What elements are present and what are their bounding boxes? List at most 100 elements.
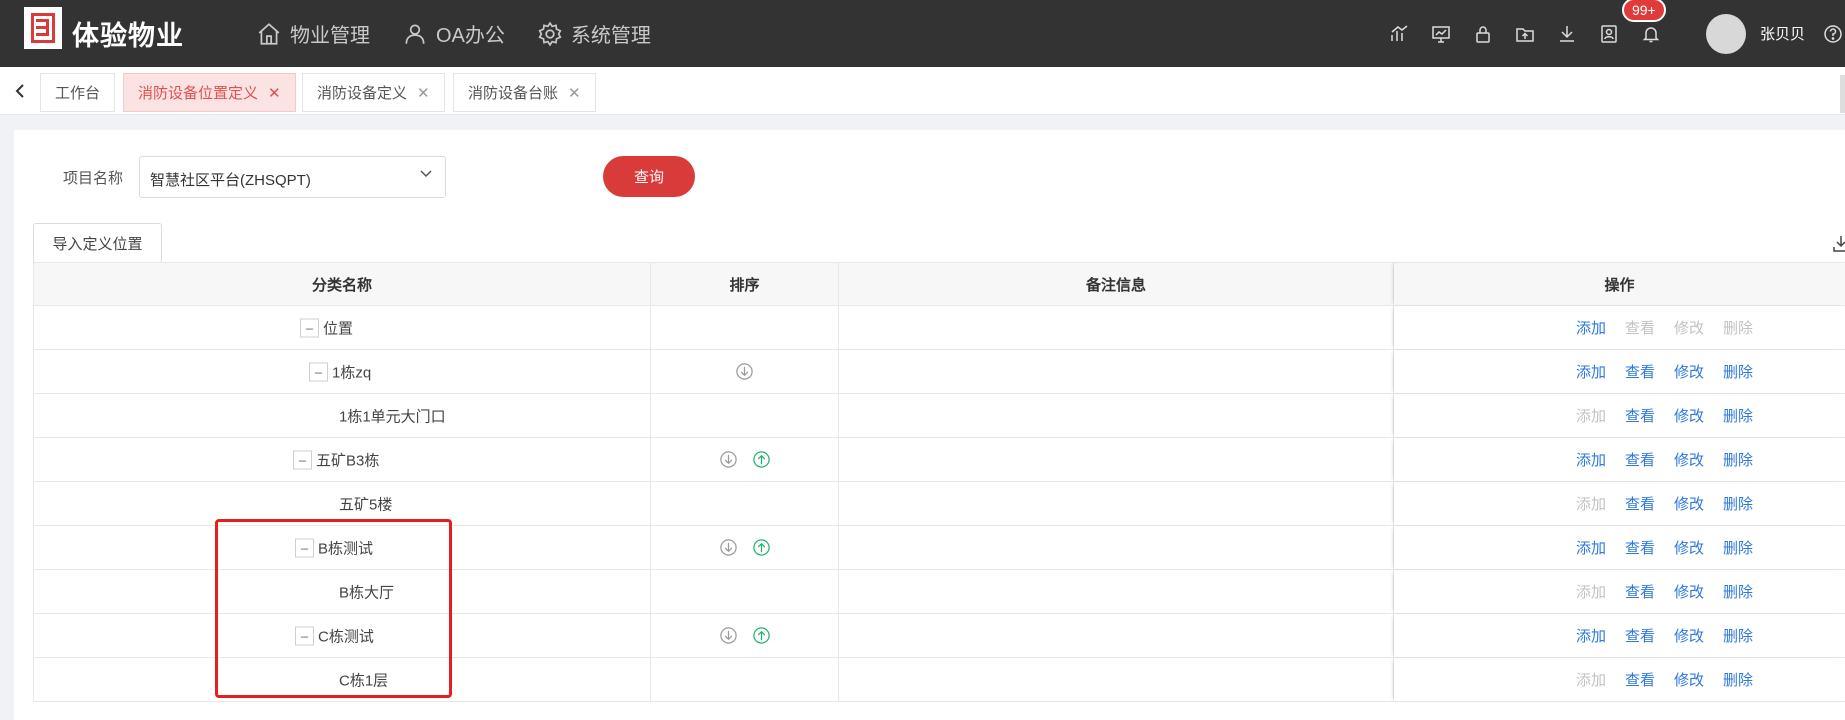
help-icon[interactable] xyxy=(1823,24,1843,44)
note-cell xyxy=(839,658,1394,701)
category-name: C栋测试 xyxy=(318,628,374,645)
sort-cell xyxy=(651,394,839,437)
chart-tool-button[interactable] xyxy=(1386,21,1412,47)
collapse-toggle-icon[interactable]: – xyxy=(300,318,319,337)
header-actions: 操作 xyxy=(1394,263,1845,305)
gear-icon xyxy=(538,21,562,46)
main-content: 项目名称 智慧社区平台(ZHSQPT) 查询 导入定义位置 分类名称 排序 备注… xyxy=(14,130,1845,720)
lock-icon xyxy=(1476,25,1490,43)
arrow-down-circle-icon[interactable] xyxy=(719,538,738,557)
query-button[interactable]: 查询 xyxy=(603,156,695,197)
collapse-toggle-icon[interactable]: – xyxy=(293,450,312,469)
notifications-button[interactable]: 99+ xyxy=(1621,0,1666,47)
view-action-link[interactable]: 查看 xyxy=(1625,449,1655,470)
category-name-cell: 五矿5楼 xyxy=(33,482,651,525)
edit-action-link[interactable]: 修改 xyxy=(1674,449,1704,470)
category-name-cell: – C栋测试 xyxy=(33,614,651,657)
logo[interactable] xyxy=(24,7,62,49)
table-row: – C栋测试 添加 查看 修改 删除 xyxy=(33,614,1845,658)
folder-upload-icon xyxy=(1516,27,1534,42)
edit-action-link[interactable]: 修改 xyxy=(1674,625,1704,646)
nav-property-management[interactable]: 物业管理 xyxy=(256,19,370,48)
actions-cell: 添加 查看 修改 删除 xyxy=(1394,658,1845,701)
collapse-toggle-icon[interactable]: – xyxy=(295,538,314,557)
view-action-link[interactable]: 查看 xyxy=(1625,669,1655,690)
chevron-left-icon[interactable] xyxy=(10,81,30,101)
edit-action-link[interactable]: 修改 xyxy=(1674,669,1704,690)
arrow-up-circle-icon[interactable] xyxy=(752,538,771,557)
export-icon[interactable] xyxy=(1831,234,1845,254)
collapse-toggle-icon[interactable]: – xyxy=(295,626,314,645)
arrow-up-circle-icon[interactable] xyxy=(752,626,771,645)
category-name: B栋大厅 xyxy=(339,584,395,601)
add-action-link[interactable]: 添加 xyxy=(1576,361,1606,382)
monitor-tool-button[interactable] xyxy=(1428,21,1454,47)
tab-workbench[interactable]: 工作台 xyxy=(40,73,116,112)
arrow-down-circle-icon[interactable] xyxy=(735,362,754,381)
delete-action-link[interactable]: 删除 xyxy=(1723,581,1753,602)
arrow-down-circle-icon[interactable] xyxy=(719,626,738,645)
edit-action-link[interactable]: 修改 xyxy=(1674,581,1704,602)
nav-oa-office[interactable]: OA办公 xyxy=(402,19,505,48)
edit-action-link[interactable]: 修改 xyxy=(1674,361,1704,382)
delete-action-link[interactable]: 删除 xyxy=(1723,625,1753,646)
add-action-link: 添加 xyxy=(1576,672,1607,689)
sort-cell xyxy=(651,658,839,701)
view-action-link[interactable]: 查看 xyxy=(1625,405,1655,426)
tabs-scrollbar[interactable] xyxy=(1840,75,1845,113)
arrow-up-circle-icon[interactable] xyxy=(752,450,771,469)
import-location-button[interactable]: 导入定义位置 xyxy=(33,223,162,263)
view-action-link[interactable]: 查看 xyxy=(1625,493,1655,514)
contacts-tool-button[interactable] xyxy=(1596,21,1622,47)
view-action-link[interactable]: 查看 xyxy=(1625,537,1655,558)
bell-icon xyxy=(1642,26,1660,42)
sort-cell xyxy=(651,570,839,613)
edit-action-link[interactable]: 修改 xyxy=(1674,405,1704,426)
tab-fire-equipment-ledger[interactable]: 消防设备台账 ✕ xyxy=(453,73,596,112)
sort-cell xyxy=(651,350,839,393)
view-action-link[interactable]: 查看 xyxy=(1625,625,1655,646)
tab-fire-equipment-definition[interactable]: 消防设备定义 ✕ xyxy=(302,73,445,112)
close-icon[interactable]: ✕ xyxy=(417,84,430,102)
username[interactable]: 张贝贝 xyxy=(1760,23,1805,44)
sort-cell xyxy=(651,482,839,525)
arrow-down-circle-icon[interactable] xyxy=(719,450,738,469)
note-cell xyxy=(839,614,1394,657)
edit-action-link[interactable]: 修改 xyxy=(1674,493,1704,514)
view-action-link[interactable]: 查看 xyxy=(1625,581,1655,602)
table-row: 五矿5楼 添加 查看 修改 删除 xyxy=(33,482,1845,526)
close-icon[interactable]: ✕ xyxy=(268,84,281,102)
add-action-link[interactable]: 添加 xyxy=(1576,449,1606,470)
download-tool-button[interactable] xyxy=(1554,21,1580,47)
lock-tool-button[interactable] xyxy=(1470,21,1496,47)
add-action-link[interactable]: 添加 xyxy=(1576,317,1606,338)
table-row: – 位置 添加 查看 修改 删除 xyxy=(33,306,1845,350)
avatar[interactable] xyxy=(1705,13,1746,54)
tab-fire-equipment-location[interactable]: 消防设备位置定义 ✕ xyxy=(123,73,296,112)
delete-action-link[interactable]: 删除 xyxy=(1723,669,1753,690)
delete-action-link[interactable]: 删除 xyxy=(1723,405,1753,426)
delete-action-link[interactable]: 删除 xyxy=(1723,361,1753,382)
delete-action-link[interactable]: 删除 xyxy=(1723,537,1753,558)
close-icon[interactable]: ✕ xyxy=(568,84,581,102)
folder-tool-button[interactable] xyxy=(1512,21,1538,47)
row-actions: 添加 查看 修改 删除 xyxy=(1576,449,1753,470)
note-cell xyxy=(839,438,1394,481)
note-cell xyxy=(839,482,1394,525)
add-action-link[interactable]: 添加 xyxy=(1576,537,1606,558)
category-name-cell: C栋1层 xyxy=(33,658,651,701)
delete-action-link[interactable]: 删除 xyxy=(1723,493,1753,514)
collapse-toggle-icon[interactable]: – xyxy=(309,362,328,381)
category-name: 1栋zq xyxy=(332,364,372,381)
actions-cell: 添加 查看 修改 删除 xyxy=(1394,350,1845,393)
row-actions: 添加 查看 修改 删除 xyxy=(1576,537,1753,558)
view-action-link[interactable]: 查看 xyxy=(1625,361,1655,382)
add-action-link[interactable]: 添加 xyxy=(1576,625,1606,646)
delete-action-link[interactable]: 删除 xyxy=(1723,449,1753,470)
row-actions: 添加 查看 修改 删除 xyxy=(1576,669,1753,690)
project-select[interactable]: 智慧社区平台(ZHSQPT) xyxy=(139,156,446,198)
edit-action-link[interactable]: 修改 xyxy=(1674,537,1704,558)
nav-system-management[interactable]: 系统管理 xyxy=(537,19,651,48)
category-name: 1栋1单元大门口 xyxy=(339,408,446,425)
note-cell xyxy=(839,306,1394,349)
